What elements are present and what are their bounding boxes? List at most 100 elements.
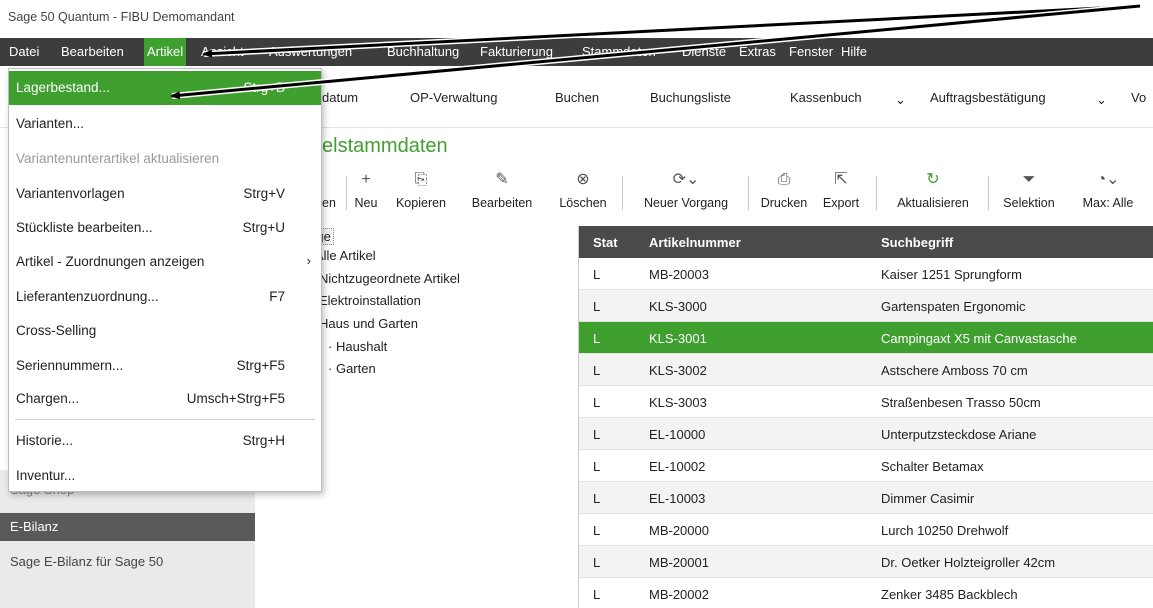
cell-suchbegriff: Kaiser 1251 Sprungform [881,267,1022,282]
toolbar-op-verwaltung[interactable]: OP-Verwaltung [410,90,497,105]
copy-icon: ⎘ [414,171,428,188]
table-row[interactable]: L EL-10000 Unterputzsteckdose Ariane [579,418,1153,450]
sidebar-section-e-bilanz[interactable]: E-Bilanz [0,513,255,541]
menu-item-variantenvorlagen[interactable]: Variantenvorlagen Strg+V [9,177,321,211]
menu-item-inventur[interactable]: Inventur... [9,459,321,493]
column-header-stat[interactable]: Stat [593,235,618,250]
article-table: Stat Artikelnummer Suchbegriff L MB-20003… [578,226,1153,608]
toolbar-kassenbuch[interactable]: Kassenbuch [790,90,862,105]
toolbar-buchungsliste[interactable]: Buchungsliste [650,90,731,105]
plus-icon: + [361,171,371,188]
menu-ansicht[interactable]: Ansicht [198,38,247,66]
table-row[interactable]: L MB-20001 Dr. Oetker Holzteigroller 42cm [579,546,1153,578]
table-row[interactable]: L EL-10003 Dimmer Casimir [579,482,1153,514]
delete-button[interactable]: ⊗ Löschen [550,168,616,218]
table-row[interactable]: L MB-20003 Kaiser 1251 Sprungform [579,258,1153,290]
export-button[interactable]: ⇱ Export [818,168,864,218]
menu-artikel[interactable]: Artikel [144,38,187,66]
menu-extras[interactable]: Extras [736,38,779,66]
table-row[interactable]: L KLS-3003 Straßenbesen Trasso 50cm [579,386,1153,418]
table-header: Stat Artikelnummer Suchbegriff [579,226,1153,258]
column-header-suchbegriff[interactable]: Suchbegriff [881,235,953,250]
tree-node-haushalt[interactable]: · Haushalt [328,339,387,354]
menu-stammdaten[interactable]: Stammdaten [579,38,659,66]
copy-button[interactable]: ⎘ Kopieren [386,168,456,218]
cell-stat: L [593,331,601,346]
menu-hilfe[interactable]: Hilfe [838,38,870,66]
new-transaction-icon: ⟳⌄ [672,171,700,188]
selection-button[interactable]: ⏷ Selektion [996,168,1062,218]
tree-node-unassigned[interactable]: Nichtzugeordnete Artikel [319,271,460,286]
menu-bearbeiten[interactable]: Bearbeiten [58,38,127,66]
menu-buchhaltung[interactable]: Buchhaltung [384,38,462,66]
cell-suchbegriff: Lurch 10250 Drehwolf [881,523,1009,538]
cell-suchbegriff: Astschere Amboss 70 cm [881,363,1028,378]
menu-auswertungen[interactable]: Auswertungen [266,38,355,66]
cell-stat: L [593,491,601,506]
new-transaction-button[interactable]: ⟳⌄ Neuer Vorgang [628,168,744,218]
edit-icon: ✎ [495,171,509,188]
filter-icon: ⏷ [1022,171,1036,188]
toolbar-auftragsbestaetigung[interactable]: Auftragsbestätigung [930,90,1046,105]
menu-item-historie[interactable]: Historie... Strg+H [9,424,321,458]
menu-datei[interactable]: Datei [6,38,42,66]
cell-stat: L [593,555,601,570]
menu-item-seriennummern[interactable]: Seriennummern... Strg+F5 [9,349,321,383]
cell-suchbegriff: Campingaxt X5 mit Canvastasche [881,331,1077,346]
menu-item-lieferantenzuordnung[interactable]: Lieferantenzuordnung... F7 [9,280,321,314]
toolbar-more[interactable]: Vo [1131,90,1146,105]
table-row[interactable]: L KLS-3002 Astschere Amboss 70 cm [579,354,1153,386]
menu-item-chargen[interactable]: Chargen... Umsch+Strg+F5 [9,382,321,416]
menu-item-artikel-zuordnungen[interactable]: Artikel - Zuordnungen anzeigen › [9,245,321,279]
cell-artikelnummer: KLS-3001 [649,331,707,346]
cell-suchbegriff: Gartenspaten Ergonomic [881,299,1026,314]
toolbar-buchen[interactable]: Buchen [555,90,599,105]
delete-icon: ⊗ [576,171,590,188]
tree-node-elektroinstallation[interactable]: Elektroinstallation [319,293,421,308]
artikel-menu-dropdown: Lagerbestand... Strg+B Varianten... Vari… [8,68,322,492]
cell-artikelnummer: MB-20000 [649,523,709,538]
table-row[interactable]: L MB-20002 Zenker 3485 Backblech [579,578,1153,608]
cell-stat: L [593,459,601,474]
tree-node-garten[interactable]: · Garten [328,361,376,376]
cell-stat: L [593,427,601,442]
edit-button[interactable]: ✎ Bearbeiten [462,168,542,218]
menu-item-cross-selling[interactable]: Cross-Selling [9,314,321,348]
cell-suchbegriff: Zenker 3485 Backblech [881,587,1018,602]
table-row[interactable]: L EL-10002 Schalter Betamax [579,450,1153,482]
chevron-down-icon[interactable]: ⌄ [895,92,906,108]
cell-suchbegriff: Schalter Betamax [881,459,984,474]
menu-item-lagerbestand[interactable]: Lagerbestand... Strg+B [9,71,321,105]
max-all-button[interactable]: ◔⌄ Max: Alle [1068,168,1148,218]
toolbar-datum[interactable]: datum [322,90,358,105]
menu-fakturierung[interactable]: Fakturierung [477,38,556,66]
cell-stat: L [593,587,601,602]
table-row[interactable]: L KLS-3000 Gartenspaten Ergonomic [579,290,1153,322]
chevron-right-icon: › [306,253,311,268]
menu-dienste[interactable]: Dienste [679,38,729,66]
cell-suchbegriff: Dr. Oetker Holzteigroller 42cm [881,555,1056,570]
gauge-icon: ◔⌄ [1096,171,1120,188]
tree-node-haus-und-garten[interactable]: Haus und Garten [319,316,418,331]
cell-suchbegriff: Straßenbesen Trasso 50cm [881,395,1041,410]
print-button[interactable]: ⎙ Drucken [756,168,812,218]
table-row[interactable]: L KLS-3001 Campingaxt X5 mit Canvastasche [579,322,1153,354]
menu-item-stueckliste[interactable]: Stückliste bearbeiten... Strg+U [9,211,321,245]
cell-artikelnummer: MB-20003 [649,267,709,282]
column-header-artikelnummer[interactable]: Artikelnummer [649,235,741,250]
cell-stat: L [593,299,601,314]
cell-artikelnummer: KLS-3003 [649,395,707,410]
table-row[interactable]: L MB-20000 Lurch 10250 Drehwolf [579,514,1153,546]
refresh-button[interactable]: ↻ Aktualisieren [884,168,982,218]
menu-item-variantenunterartikel: Variantenunterartikel aktualisieren [16,151,220,166]
chevron-down-icon[interactable]: ⌄ [1096,92,1107,108]
cell-stat: L [593,267,601,282]
menu-item-varianten[interactable]: Varianten... [9,107,321,141]
sidebar-item-e-bilanz[interactable]: Sage E-Bilanz für Sage 50 [10,554,163,569]
new-button[interactable]: + Neu [350,168,382,218]
cell-stat: L [593,523,601,538]
window-title: Sage 50 Quantum - FIBU Demomandant [8,10,235,24]
printer-icon: ⎙ [777,171,791,188]
menu-fenster[interactable]: Fenster [786,38,836,66]
refresh-icon: ↻ [926,171,940,188]
